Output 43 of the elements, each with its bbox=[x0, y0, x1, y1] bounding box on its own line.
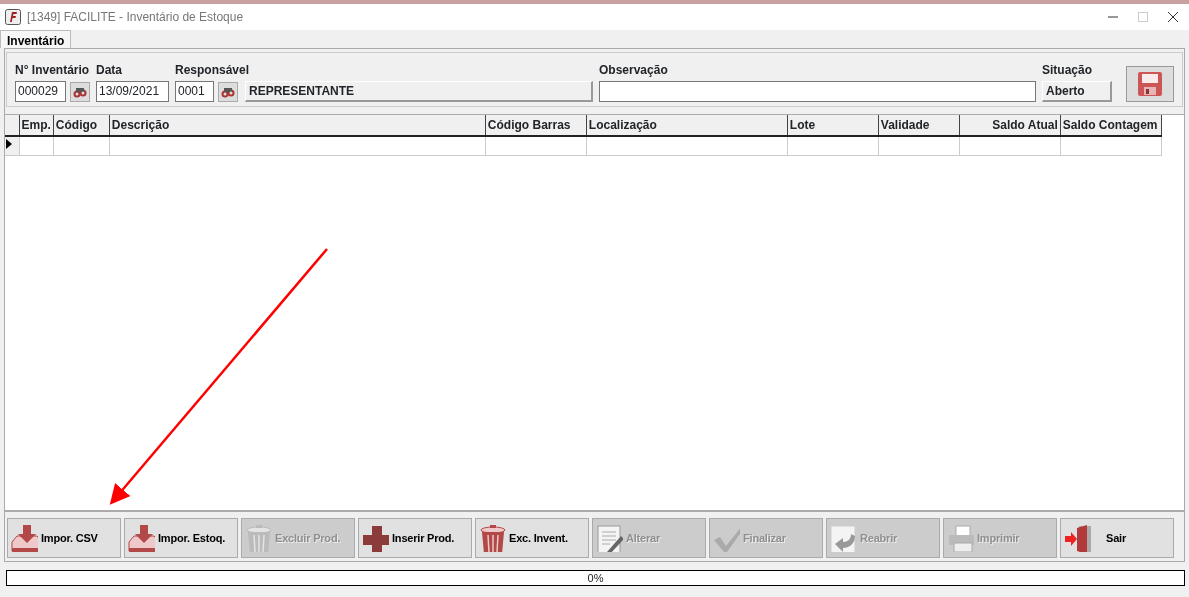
toolbar-button[interactable]: Sair bbox=[1060, 518, 1174, 558]
field-label: Situação bbox=[1042, 62, 1093, 79]
field-label: N° Inventário bbox=[15, 62, 90, 79]
input-field[interactable]: 000029 bbox=[15, 81, 66, 102]
app-logo-icon bbox=[5, 9, 21, 25]
column-header[interactable]: Código bbox=[53, 115, 110, 136]
field-label: Observação bbox=[599, 62, 669, 79]
lookup-button[interactable] bbox=[218, 81, 238, 102]
return-arrow-icon bbox=[829, 524, 857, 552]
column-header[interactable]: Código Barras bbox=[485, 115, 587, 136]
tray-arrow-icon bbox=[10, 524, 38, 552]
lookup-button[interactable] bbox=[70, 81, 90, 102]
column-header[interactable]: Saldo Contagem bbox=[1060, 115, 1162, 136]
column-header[interactable]: Emp. bbox=[19, 115, 54, 136]
trash-can-icon bbox=[478, 524, 506, 552]
save-button[interactable] bbox=[1126, 66, 1174, 102]
column-header[interactable]: Saldo Atual bbox=[959, 115, 1061, 136]
toolbar-button[interactable]: Impor. CSV bbox=[7, 518, 121, 558]
column-header[interactable]: Validade bbox=[878, 115, 960, 136]
plus-icon bbox=[361, 524, 389, 552]
row-pointer-icon bbox=[5, 138, 13, 150]
input-field[interactable]: 0001 bbox=[175, 81, 214, 102]
column-header[interactable]: Lote bbox=[787, 115, 879, 136]
close-icon[interactable] bbox=[1167, 11, 1179, 23]
toolbar-button[interactable]: Inserir Prod. bbox=[358, 518, 472, 558]
progress-reading: 0% bbox=[587, 571, 604, 585]
toolbar-button[interactable]: Impor. Estoq. bbox=[124, 518, 238, 558]
tab[interactable]: Inventário bbox=[0, 30, 72, 48]
name-field: REPRESENTANTE bbox=[245, 81, 593, 102]
field-label: Responsável bbox=[175, 62, 251, 79]
toolbar-button[interactable]: Exc. Invent. bbox=[475, 518, 589, 558]
status-field: Aberto bbox=[1042, 81, 1112, 102]
notepad-pencil-icon bbox=[595, 524, 623, 552]
exit-door-icon bbox=[1063, 524, 1091, 552]
printer-icon bbox=[946, 524, 974, 552]
input-field[interactable] bbox=[599, 81, 1036, 102]
input-field[interactable]: 13/09/2021 bbox=[96, 81, 169, 102]
trash-can-icon bbox=[244, 524, 272, 552]
column-header[interactable]: Localização bbox=[586, 115, 788, 136]
field-label: Data bbox=[96, 62, 123, 79]
tray-arrow-icon bbox=[127, 524, 155, 552]
window-title: [1349] FACILITE - Inventário de Estoque bbox=[27, 9, 244, 26]
column-header[interactable]: Descrição bbox=[109, 115, 486, 136]
